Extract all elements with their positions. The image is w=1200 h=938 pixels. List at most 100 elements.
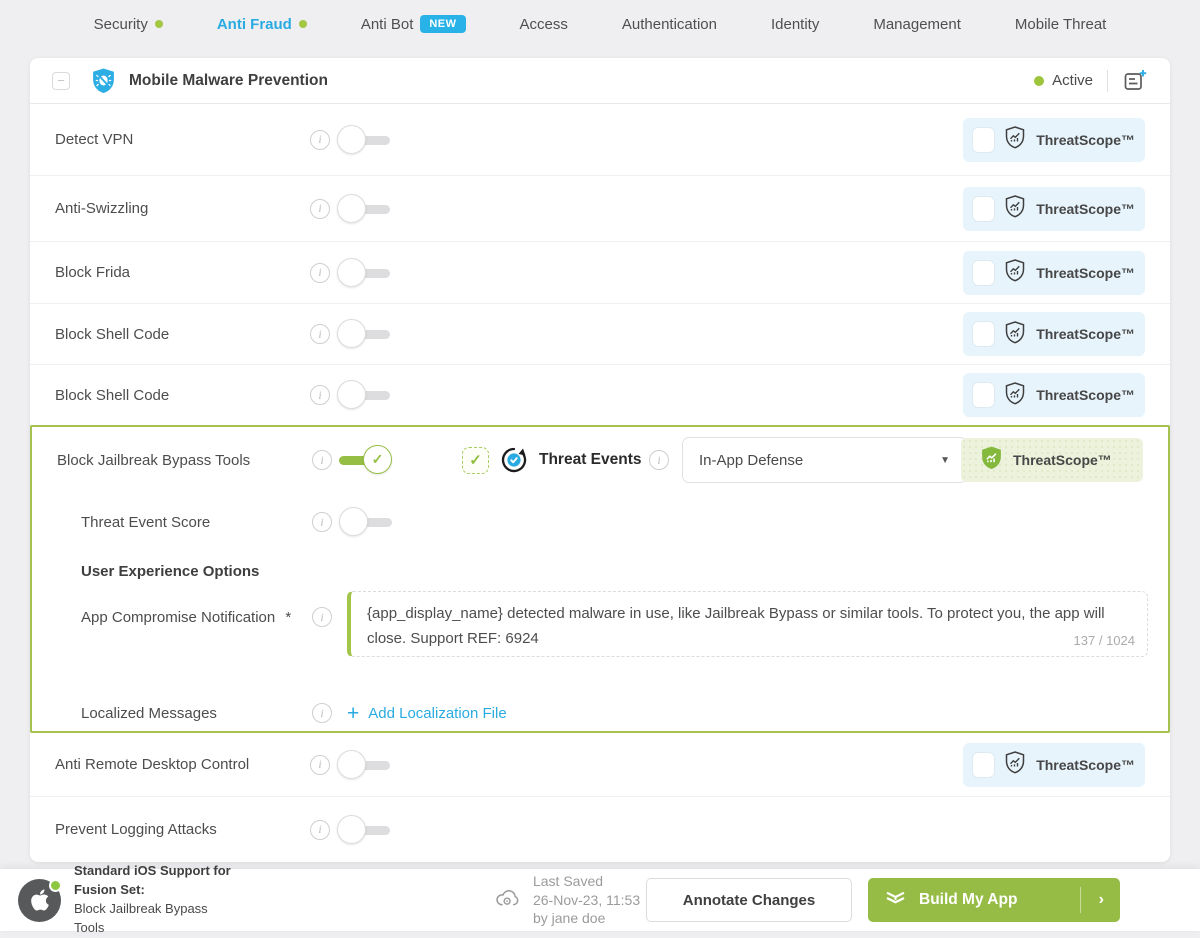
add-localization-file-link[interactable]: + Add Localization File [347,703,507,724]
last-saved-label: Last Saved [533,872,646,891]
info-icon[interactable]: i [649,450,669,470]
threatscope-checkbox[interactable] [973,128,994,152]
threatscope-shield-icon [1003,320,1027,349]
threatscope-button-active[interactable]: ThreatScope™ [961,438,1143,482]
threatscope-button[interactable]: ThreatScope™ [963,743,1145,787]
threatscope-checkbox[interactable] [973,197,994,221]
collapse-button[interactable]: − [52,72,70,90]
info-icon[interactable]: i [312,703,332,723]
chevron-down-icon: ▼ [940,455,950,466]
threatscope-button[interactable]: ThreatScope™ [963,312,1145,356]
nav-item-anti-fraud[interactable]: Anti Fraud [217,16,307,33]
feature-label: Anti-Swizzling [55,200,148,217]
nav-label: Security [94,16,148,33]
info-icon[interactable]: i [310,263,330,283]
sub-row-app-compromise-notification: App Compromise Notification * i {app_dis… [32,591,1168,691]
nav-label: Identity [771,16,819,33]
threatscope-button[interactable]: ThreatScope™ [963,187,1145,231]
feature-row-block-shell-code-2: Block Shell Code i ThreatScope™ [30,365,1170,425]
feature-label: Block Jailbreak Bypass Tools [57,452,250,469]
toggle-block-frida[interactable] [337,258,397,288]
feature-row-block-jailbreak-bypass-tools: Block Jailbreak Bypass Tools i ✓ ✓ Threa… [32,427,1168,493]
nav-item-identity[interactable]: Identity [771,16,819,33]
threatscope-button[interactable]: ThreatScope™ [963,373,1145,417]
nav-item-mobile-threat[interactable]: Mobile Threat [1015,16,1106,33]
status-label: Active [1052,72,1093,89]
toggle-block-shell-code[interactable] [337,319,397,349]
feature-row-block-shell-code: Block Shell Code i ThreatScope™ [30,304,1170,365]
notification-message-text: {app_display_name} detected malware in u… [367,605,1105,647]
apple-icon [18,879,61,922]
feature-label: Block Frida [55,264,130,281]
threatscope-button[interactable]: ThreatScope™ [963,118,1145,162]
info-icon[interactable]: i [310,820,330,840]
info-icon[interactable]: i [312,607,332,627]
toggle-anti-remote-desktop[interactable] [337,750,397,780]
threatscope-label: ThreatScope™ [1036,387,1135,403]
threatscope-checkbox[interactable] [973,753,994,777]
threat-events-checkbox[interactable]: ✓ [462,447,489,474]
mobile-malware-prevention-card: − Mobile Malware Prevention Active [30,58,1170,862]
nav-label: Access [520,16,568,33]
card-title: Mobile Malware Prevention [129,72,328,90]
feature-row-anti-swizzling: Anti-Swizzling i ThreatScope™ [30,176,1170,242]
info-icon[interactable]: i [310,324,330,344]
footer-bar: Standard iOS Support for Fusion Set: Blo… [0,869,1200,931]
cloud-save-icon [494,886,521,914]
nav-item-anti-bot[interactable]: Anti Bot NEW [361,15,466,33]
toggle-block-jailbreak-on[interactable]: ✓ [339,445,399,475]
info-icon[interactable]: i [312,512,332,532]
nav-label: Anti Fraud [217,16,292,33]
user-experience-heading: User Experience Options [81,563,259,580]
info-icon[interactable]: i [312,450,332,470]
feature-row-detect-vpn: Detect VPN i ThreatScope™ [30,104,1170,176]
last-saved-value: 26-Nov-23, 11:53 by jane doe [533,891,646,929]
nav-label: Anti Bot [361,16,414,33]
feature-row-anti-remote-desktop: Anti Remote Desktop Control i ThreatScop… [30,733,1170,797]
threatscope-shield-icon [1003,381,1027,410]
info-icon[interactable]: i [310,130,330,150]
status-dot [299,20,307,28]
threatscope-shield-icon [979,445,1004,475]
nav-item-management[interactable]: Management [873,16,961,33]
add-note-icon[interactable] [1122,68,1148,94]
toggle-threat-event-score[interactable] [339,507,399,537]
build-button-label: Build My App [919,891,1068,909]
threatscope-checkbox[interactable] [973,322,994,346]
nav-item-access[interactable]: Access [520,16,568,33]
sub-row-localized-messages: Localized Messages i + Add Localization … [32,691,1168,735]
build-my-app-button[interactable]: Build My App › [868,878,1120,922]
threatscope-shield-icon [1003,258,1027,287]
status-dot [155,20,163,28]
active-dot-icon [1034,76,1044,86]
threatscope-checkbox[interactable] [973,383,994,407]
toggle-anti-swizzling[interactable] [337,194,397,224]
feature-label: Prevent Logging Attacks [55,821,217,838]
last-saved-info: Last Saved 26-Nov-23, 11:53 by jane doe [494,872,646,929]
build-icon [884,886,907,914]
status-badge: Active [1034,72,1093,89]
threat-events-icon [500,446,528,474]
button-divider [1080,887,1081,913]
header-divider [1107,70,1108,92]
threatscope-shield-icon [1003,125,1027,154]
threat-events-label: Threat Events [539,451,642,469]
toggle-block-shell-code-2[interactable] [337,380,397,410]
toggle-detect-vpn[interactable] [337,125,397,155]
threatscope-checkbox[interactable] [973,261,994,285]
defense-mode-dropdown[interactable]: In-App Defense ▼ [682,437,967,483]
threatscope-label: ThreatScope™ [1036,757,1135,773]
info-icon[interactable]: i [310,755,330,775]
toggle-prevent-logging[interactable] [337,815,397,845]
info-icon[interactable]: i [310,385,330,405]
threatscope-label: ThreatScope™ [1036,326,1135,342]
nav-item-security[interactable]: Security [94,16,163,33]
app-compromise-label: App Compromise Notification * [81,609,291,626]
info-icon[interactable]: i [310,199,330,219]
annotate-changes-button[interactable]: Annotate Changes [646,878,852,922]
threatscope-button[interactable]: ThreatScope™ [963,251,1145,295]
notification-message-textarea[interactable]: {app_display_name} detected malware in u… [347,591,1148,657]
feature-row-prevent-logging-attacks: Prevent Logging Attacks i [30,797,1170,862]
main-nav: Security Anti Fraud Anti Bot NEW Access … [0,0,1200,48]
nav-item-authentication[interactable]: Authentication [622,16,717,33]
